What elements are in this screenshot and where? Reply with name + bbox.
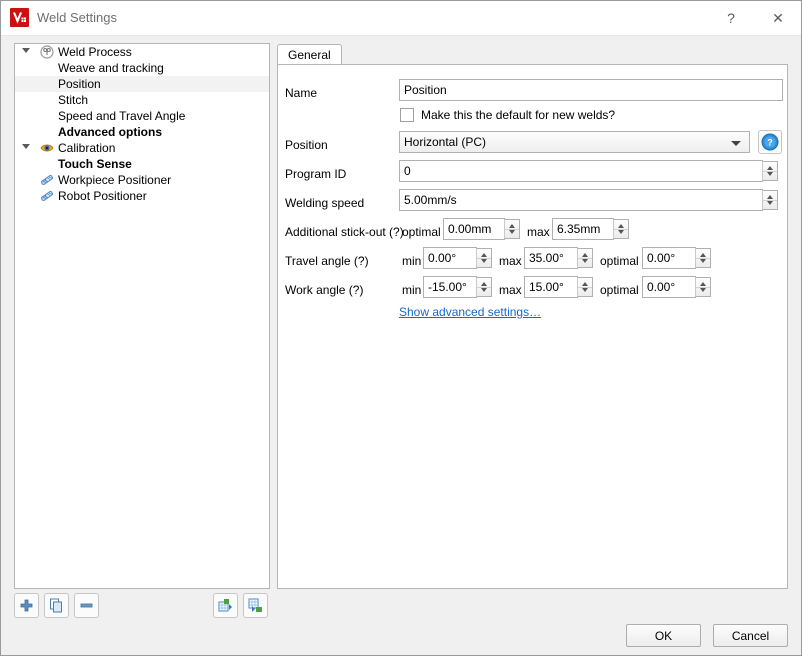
name-label: Name [285,86,318,100]
make-default-checkbox[interactable] [400,108,414,122]
tree-item-speed-and-travel-angle[interactable]: Speed and Travel Angle [15,108,269,124]
chevron-down-icon [731,141,741,146]
tree-item-label: Touch Sense [58,157,132,171]
travel-optimal-label: optimal [600,254,639,268]
welding-speed-label: Welding speed [285,196,365,210]
stickout-max-label: max [527,225,550,239]
work-optimal-label: optimal [600,283,639,297]
window-title: Weld Settings [37,10,117,25]
general-tab-panel: Name Position Make this the default for … [277,64,788,589]
titlebar-help-button[interactable]: ? [708,1,754,35]
add-button[interactable] [14,593,39,618]
tab-strip: General [277,44,788,65]
tab-general[interactable]: General [277,44,342,65]
question-mark-icon: ? [727,10,735,26]
add-icon [20,599,33,612]
tree-item-label: Speed and Travel Angle [58,109,186,123]
travel-angle-label: Travel angle (?) [285,254,369,268]
work-max-input[interactable]: 15.00° [524,276,578,298]
show-advanced-settings-link[interactable]: Show advanced settings… [399,305,541,319]
tree-item-touch-sense[interactable]: Touch Sense [15,156,269,172]
travel-max-stepper[interactable] [577,248,593,268]
expander-chevron-down-icon[interactable] [22,48,30,53]
program-id-label: Program ID [285,167,347,181]
expander-chevron-down-icon[interactable] [22,144,30,149]
remove-icon [80,603,93,608]
welding-speed-input[interactable]: 5.00mm/s [399,189,763,211]
name-input[interactable]: Position [399,79,783,101]
tree-item-label: Position [58,77,101,91]
cancel-button[interactable]: Cancel [713,624,788,647]
stickout-label: Additional stick-out (?) [285,225,404,239]
tree-item-stitch[interactable]: Stitch [15,92,269,108]
tree-item-robot-positioner[interactable]: Robot Positioner [15,188,269,204]
program-id-input[interactable]: 0 [399,160,763,182]
travel-min-input[interactable]: 0.00° [423,247,477,269]
stickout-max-input[interactable]: 6.35mm [552,218,614,240]
tree-item-position[interactable]: Position [15,76,269,92]
cancel-button-label: Cancel [731,628,770,643]
stickout-optimal-input[interactable]: 0.00mm [443,218,505,240]
stickout-optimal-label: optimal [402,225,441,239]
ok-button-label: OK [654,628,673,643]
tree-item-weave-and-tracking[interactable]: Weave and tracking [15,60,269,76]
export-button[interactable] [243,593,268,618]
tree-toolbar [14,593,270,618]
position-select-value: Horizontal (PC) [404,135,487,149]
help-circle-icon: ? [761,133,779,151]
duplicate-icon [50,598,62,613]
remove-button[interactable] [74,593,99,618]
eye-icon [40,141,54,155]
positioner-icon [40,189,54,203]
ok-button[interactable]: OK [626,624,701,647]
travel-max-label: max [499,254,522,268]
stickout-optimal-stepper[interactable] [504,219,520,239]
tree-item-label: Weave and tracking [58,61,164,75]
close-icon: ✕ [772,9,784,26]
travel-min-stepper[interactable] [476,248,492,268]
tree-item-label: Stitch [58,93,89,107]
import-button[interactable] [213,593,238,618]
position-help-button[interactable]: ? [758,130,782,154]
weld-settings-dialog: Weld Settings ? ✕ Weld Process Weave and … [0,0,802,656]
work-optimal-input[interactable]: 0.00° [642,276,696,298]
work-max-label: max [499,283,522,297]
weld-torch-icon [40,45,54,59]
tree-item-calibration[interactable]: Calibration [15,140,269,156]
work-min-input[interactable]: -15.00° [423,276,477,298]
tree-item-workpiece-positioner[interactable]: Workpiece Positioner [15,172,269,188]
svg-text:?: ? [767,138,773,148]
work-max-stepper[interactable] [577,277,593,297]
work-optimal-stepper[interactable] [695,277,711,297]
export-icon [248,598,262,612]
position-select[interactable]: Horizontal (PC) [399,131,750,153]
travel-min-label: min [402,254,422,268]
titlebar-close-button[interactable]: ✕ [755,1,801,35]
app-icon [10,8,29,27]
positioner-icon [40,173,54,187]
program-id-stepper[interactable] [762,161,778,181]
import-icon [218,599,232,612]
travel-optimal-stepper[interactable] [695,248,711,268]
tree-item-label: Workpiece Positioner [58,173,172,187]
tree-item-label: Calibration [58,141,116,155]
travel-optimal-input[interactable]: 0.00° [642,247,696,269]
stickout-max-stepper[interactable] [613,219,629,239]
title-bar: Weld Settings ? ✕ [1,1,801,36]
work-min-label: min [402,283,422,297]
tree-item-weld-process[interactable]: Weld Process [15,44,269,60]
work-min-stepper[interactable] [476,277,492,297]
tree-item-advanced-options[interactable]: Advanced options [15,124,269,140]
settings-tree[interactable]: Weld Process Weave and tracking Position St… [14,43,270,589]
work-angle-label: Work angle (?) [285,283,364,297]
make-default-label: Make this the default for new welds? [421,108,616,122]
tree-item-label: Robot Positioner [58,189,147,203]
travel-max-input[interactable]: 35.00° [524,247,578,269]
welding-speed-stepper[interactable] [762,190,778,210]
tree-item-label: Advanced options [58,125,163,139]
tab-general-label: General [288,48,331,62]
tree-item-label: Weld Process [58,45,132,59]
duplicate-button[interactable] [44,593,69,618]
position-label: Position [285,138,328,152]
